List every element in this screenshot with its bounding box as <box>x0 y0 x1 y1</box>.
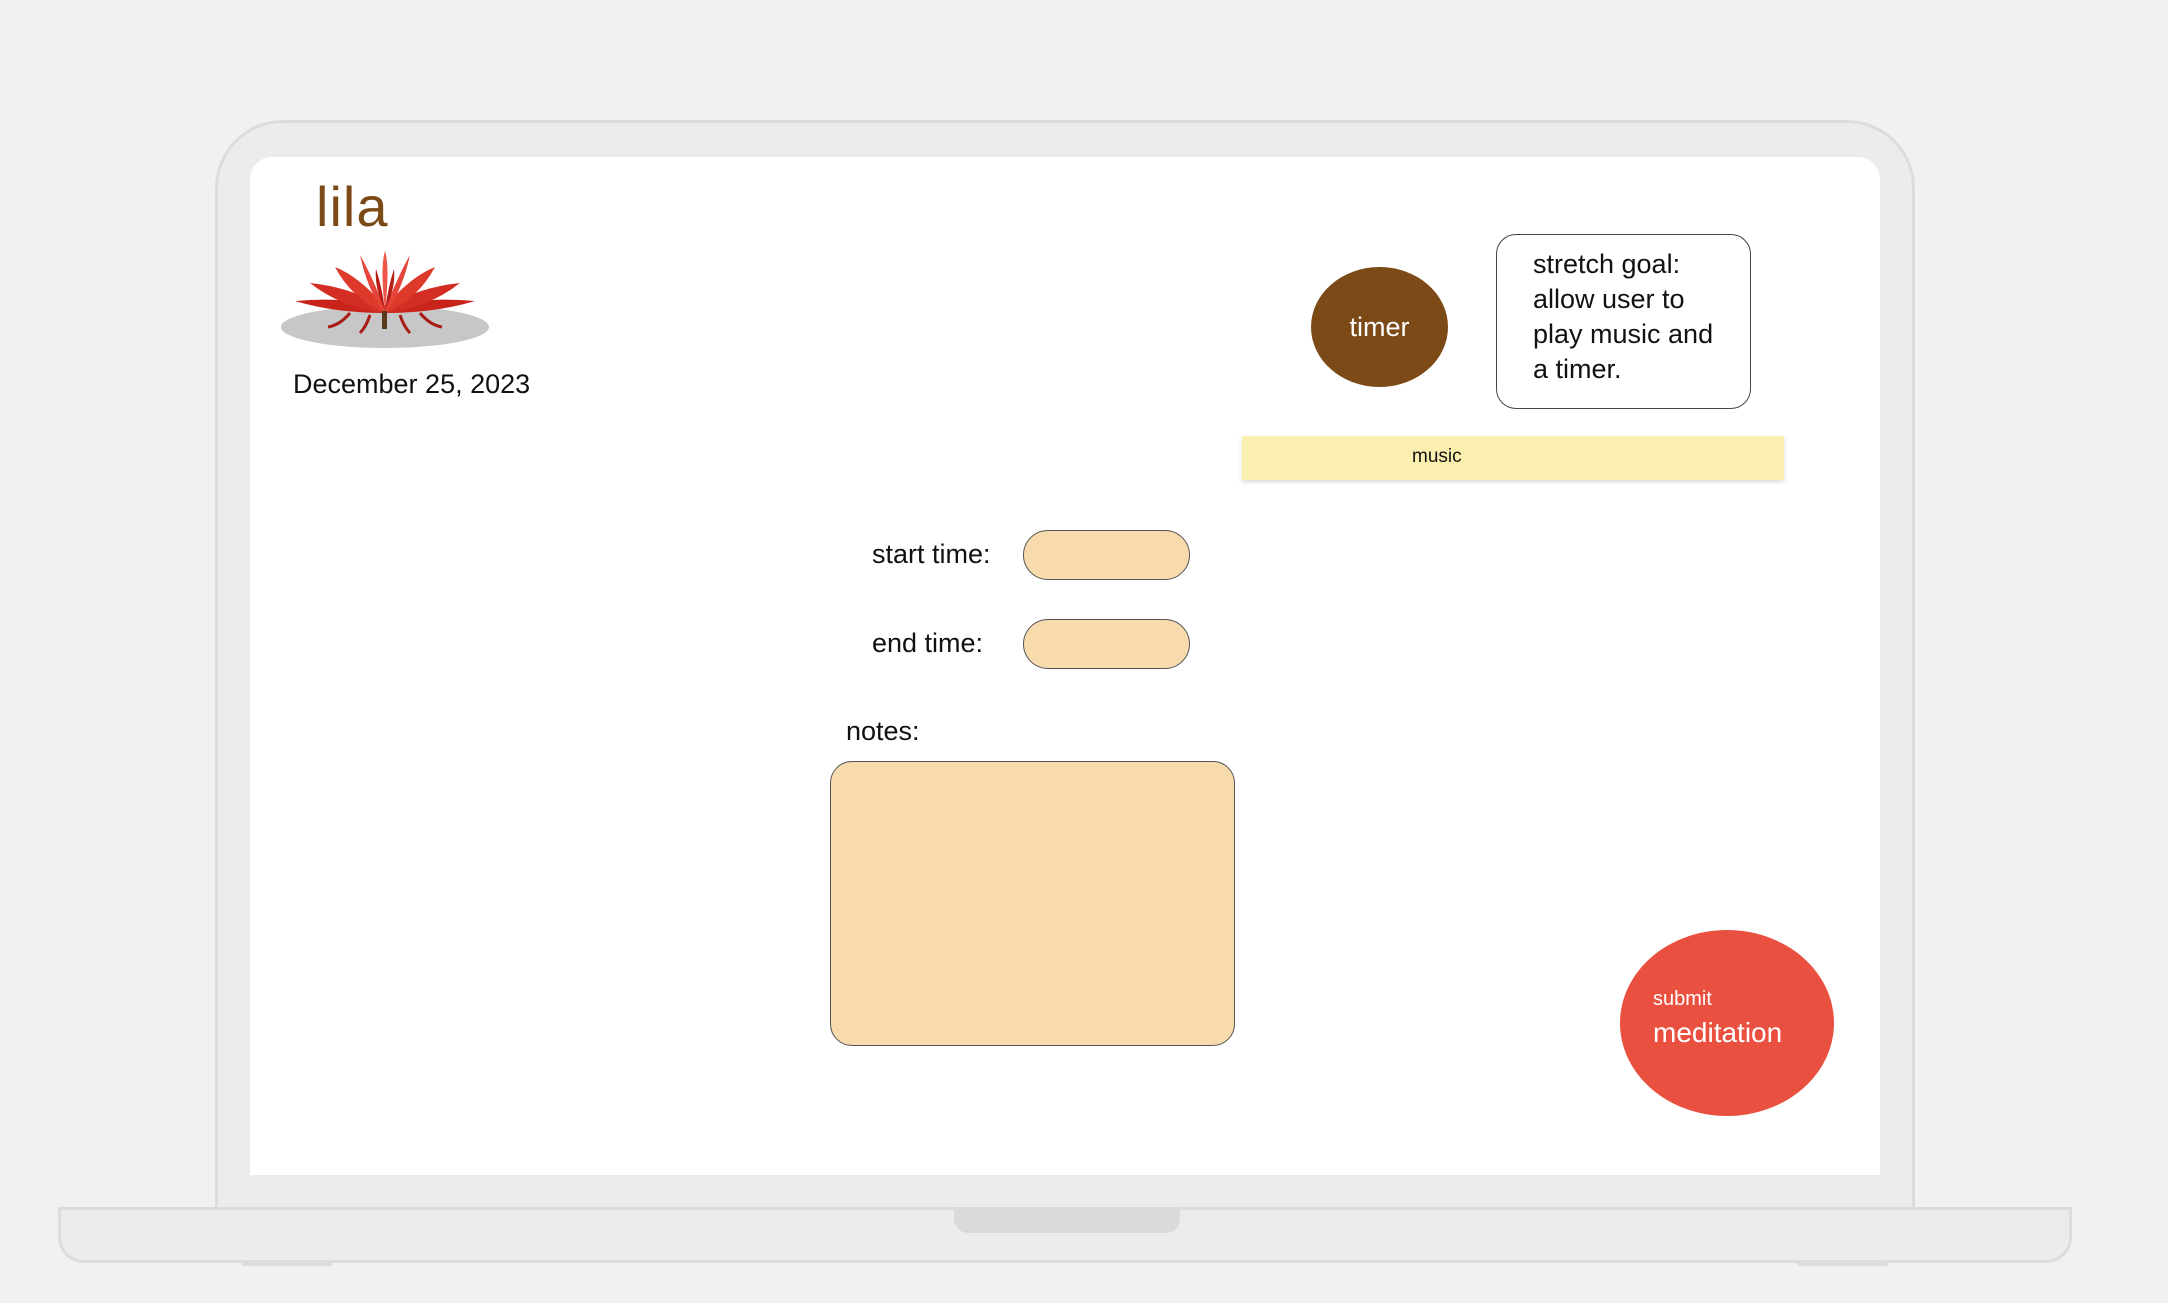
app-screen: lila December 25, 2023 timer stretch goa… <box>250 157 1880 1175</box>
submit-small-label: submit <box>1653 988 1712 1010</box>
stretch-goal-line: play music and <box>1533 319 1714 349</box>
submit-big-label: meditation <box>1653 1017 1783 1048</box>
notes-textarea[interactable] <box>830 761 1235 1046</box>
laptop-foot-right <box>1798 1262 1888 1266</box>
submit-meditation-button[interactable]: submit meditation <box>1620 930 1834 1116</box>
timer-button[interactable]: timer <box>1311 267 1448 387</box>
laptop-foot-left <box>242 1262 332 1266</box>
app-logo-text: lila <box>316 175 389 238</box>
session-date: December 25, 2023 <box>293 369 531 399</box>
stretch-goal-line: a timer. <box>1533 354 1622 384</box>
laptop-base <box>58 1207 2072 1263</box>
stretch-goal-line: allow user to <box>1533 284 1685 314</box>
stretch-goal-note: stretch goal: allow user to play music a… <box>1496 234 1751 409</box>
music-bar[interactable]: music <box>1242 436 1784 480</box>
stretch-goal-line: stretch goal: <box>1533 249 1681 279</box>
notes-label: notes: <box>846 716 920 746</box>
music-bar-label: music <box>1412 446 1462 467</box>
lotus-flower-icon <box>281 251 489 348</box>
timer-button-label: timer <box>1349 311 1410 342</box>
end-time-label: end time: <box>872 628 984 658</box>
end-time-input[interactable] <box>1023 619 1190 669</box>
laptop-notch <box>954 1207 1180 1233</box>
start-time-label: start time: <box>872 539 991 569</box>
start-time-input[interactable] <box>1023 530 1190 580</box>
